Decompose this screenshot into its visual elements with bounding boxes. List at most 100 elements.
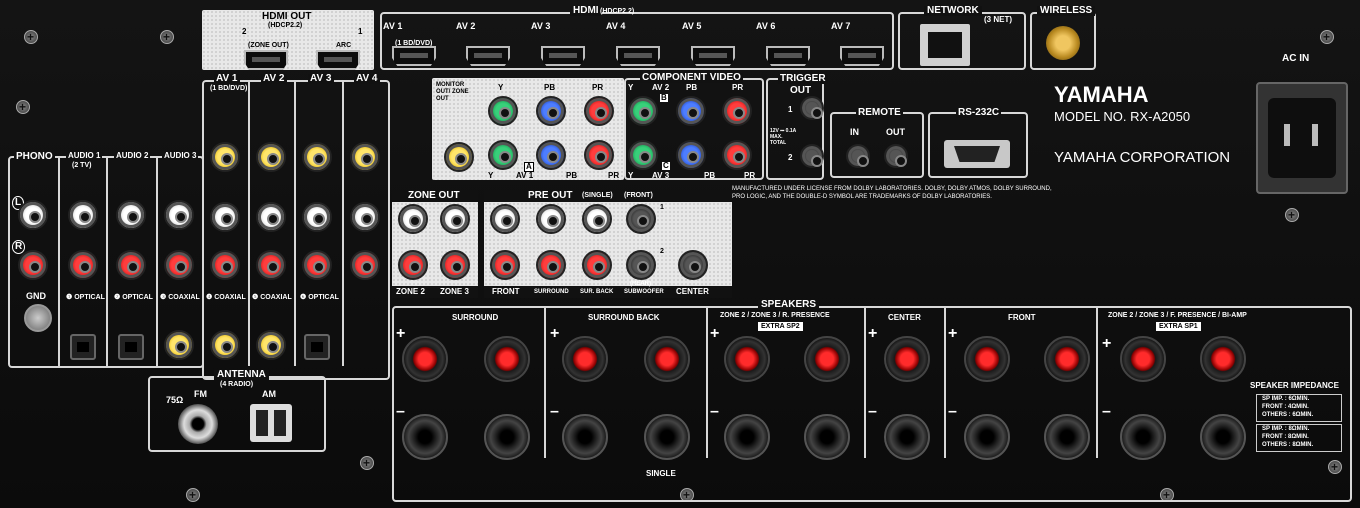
monitor-pb-jack[interactable] bbox=[536, 96, 566, 126]
front-r-plus-terminal[interactable] bbox=[964, 336, 1010, 382]
audio3-l-jack[interactable] bbox=[164, 200, 194, 230]
ground-terminal-icon[interactable] bbox=[24, 304, 52, 332]
component-b-pb-jack[interactable] bbox=[676, 96, 706, 126]
surround-back-r-plus-terminal[interactable] bbox=[562, 336, 608, 382]
hdmi-av3-port[interactable] bbox=[541, 46, 585, 66]
av3-video-jack[interactable] bbox=[302, 142, 332, 172]
av1-audio-r-jack[interactable] bbox=[210, 250, 240, 280]
rs232c-port[interactable] bbox=[944, 140, 1010, 168]
phono-l-jack[interactable] bbox=[18, 200, 48, 230]
monitor-video-jack[interactable] bbox=[444, 142, 474, 172]
pre-out-front-l-jack[interactable] bbox=[490, 204, 520, 234]
av3-audio-r-jack[interactable] bbox=[302, 250, 332, 280]
monitor-out-label: MONITOR OUT/ ZONE OUT bbox=[436, 82, 469, 103]
optical1-port[interactable] bbox=[70, 334, 96, 360]
hdmi-out-2-port[interactable] bbox=[244, 50, 288, 70]
remote-out-jack[interactable] bbox=[884, 144, 908, 168]
surround-back-r-minus-terminal[interactable] bbox=[562, 414, 608, 460]
audio3-r-jack[interactable] bbox=[164, 250, 194, 280]
pre-out-sur-back-r-jack[interactable] bbox=[582, 250, 612, 280]
am-antenna-terminal[interactable] bbox=[250, 404, 292, 442]
pre-out-front-r-jack[interactable] bbox=[490, 250, 520, 280]
hdmi-av5-port[interactable] bbox=[691, 46, 735, 66]
extra-sp1-l-plus-terminal[interactable] bbox=[1200, 336, 1246, 382]
av4-audio-l-jack[interactable] bbox=[350, 202, 380, 232]
pre-out-subwoofer-1-jack[interactable] bbox=[626, 204, 656, 234]
hdmi-av4-port[interactable] bbox=[616, 46, 660, 66]
audio2-r-jack[interactable] bbox=[116, 250, 146, 280]
front-l-plus-terminal[interactable] bbox=[1044, 336, 1090, 382]
surround-l-plus-terminal[interactable] bbox=[484, 336, 530, 382]
extra-sp1-l-minus-terminal[interactable] bbox=[1200, 414, 1246, 460]
surround-r-minus-terminal[interactable] bbox=[402, 414, 448, 460]
hdmi-out-1-port[interactable] bbox=[316, 50, 360, 70]
surround-back-l-minus-terminal[interactable] bbox=[644, 414, 690, 460]
trigger-2-jack[interactable] bbox=[800, 144, 824, 168]
remote-in-label: IN bbox=[850, 127, 859, 137]
extra-sp1-r-plus-terminal[interactable] bbox=[1120, 336, 1166, 382]
ethernet-port[interactable] bbox=[920, 24, 970, 66]
audio1-r-jack[interactable] bbox=[68, 250, 98, 280]
audio2-l-jack[interactable] bbox=[116, 200, 146, 230]
antenna-connector-icon[interactable] bbox=[1046, 26, 1080, 60]
component-c-pr-jack[interactable] bbox=[722, 140, 752, 170]
audio1-l-jack[interactable] bbox=[68, 200, 98, 230]
component-a-y-jack[interactable] bbox=[488, 140, 518, 170]
av2-audio-r-jack[interactable] bbox=[256, 250, 286, 280]
surround-l-minus-terminal[interactable] bbox=[484, 414, 530, 460]
pre-out-subwoofer-2-jack[interactable] bbox=[626, 250, 656, 280]
trigger-1-jack[interactable] bbox=[800, 96, 824, 120]
minus-sign: – bbox=[948, 403, 957, 420]
extra-sp2-badge: EXTRA SP2 bbox=[758, 322, 803, 331]
extra-sp2-r-plus-terminal[interactable] bbox=[724, 336, 770, 382]
zone2-l-jack[interactable] bbox=[398, 204, 428, 234]
av2-video-jack[interactable] bbox=[256, 142, 286, 172]
av2-audio-l-jack[interactable] bbox=[256, 202, 286, 232]
fm-label: FM bbox=[194, 389, 207, 399]
pre-out-sur-back-l-jack[interactable] bbox=[582, 204, 612, 234]
extra-sp2-r-minus-terminal[interactable] bbox=[724, 414, 770, 460]
optical6-port[interactable] bbox=[304, 334, 330, 360]
coaxial4-jack[interactable] bbox=[210, 330, 240, 360]
divider bbox=[248, 80, 250, 366]
monitor-pr-jack[interactable] bbox=[584, 96, 614, 126]
hdmi-av6-port[interactable] bbox=[766, 46, 810, 66]
hdmi-av2-port[interactable] bbox=[466, 46, 510, 66]
extra-sp1-r-minus-terminal[interactable] bbox=[1120, 414, 1166, 460]
component-c-pb-jack[interactable] bbox=[676, 140, 706, 170]
extra-sp2-l-plus-terminal[interactable] bbox=[804, 336, 850, 382]
av1-video-jack[interactable] bbox=[210, 142, 240, 172]
optical2-port[interactable] bbox=[118, 334, 144, 360]
fm-antenna-jack[interactable] bbox=[178, 404, 218, 444]
coaxial5-jack[interactable] bbox=[256, 330, 286, 360]
component-b-y-jack[interactable] bbox=[628, 96, 658, 126]
pre-out-center-jack[interactable] bbox=[678, 250, 708, 280]
av4-audio-r-jack[interactable] bbox=[350, 250, 380, 280]
av1-audio-l-jack[interactable] bbox=[210, 202, 240, 232]
component-a-pb-jack[interactable] bbox=[536, 140, 566, 170]
zone2-r-jack[interactable] bbox=[398, 250, 428, 280]
phono-r-jack[interactable] bbox=[18, 250, 48, 280]
av3-audio-l-jack[interactable] bbox=[302, 202, 332, 232]
front-r-minus-terminal[interactable] bbox=[964, 414, 1010, 460]
av4-video-jack[interactable] bbox=[350, 142, 380, 172]
front-l-minus-terminal[interactable] bbox=[1044, 414, 1090, 460]
component-c-y-jack[interactable] bbox=[628, 140, 658, 170]
zone3-l-jack[interactable] bbox=[440, 204, 470, 234]
pre-out-surround-l-jack[interactable] bbox=[536, 204, 566, 234]
center-minus-terminal[interactable] bbox=[884, 414, 930, 460]
surround-r-plus-terminal[interactable] bbox=[402, 336, 448, 382]
zone3-r-jack[interactable] bbox=[440, 250, 470, 280]
surround-back-l-plus-terminal[interactable] bbox=[644, 336, 690, 382]
extra-sp2-l-minus-terminal[interactable] bbox=[804, 414, 850, 460]
center-plus-terminal[interactable] bbox=[884, 336, 930, 382]
monitor-y-jack[interactable] bbox=[488, 96, 518, 126]
pre-out-surround-r-jack[interactable] bbox=[536, 250, 566, 280]
component-a-pr-jack[interactable] bbox=[584, 140, 614, 170]
hdmi-av7-port[interactable] bbox=[840, 46, 884, 66]
hdmi-av1-port[interactable] bbox=[392, 46, 436, 66]
ac-in-socket[interactable] bbox=[1256, 82, 1348, 194]
coaxial3-jack[interactable] bbox=[164, 330, 194, 360]
component-b-pr-jack[interactable] bbox=[722, 96, 752, 126]
remote-in-jack[interactable] bbox=[846, 144, 870, 168]
